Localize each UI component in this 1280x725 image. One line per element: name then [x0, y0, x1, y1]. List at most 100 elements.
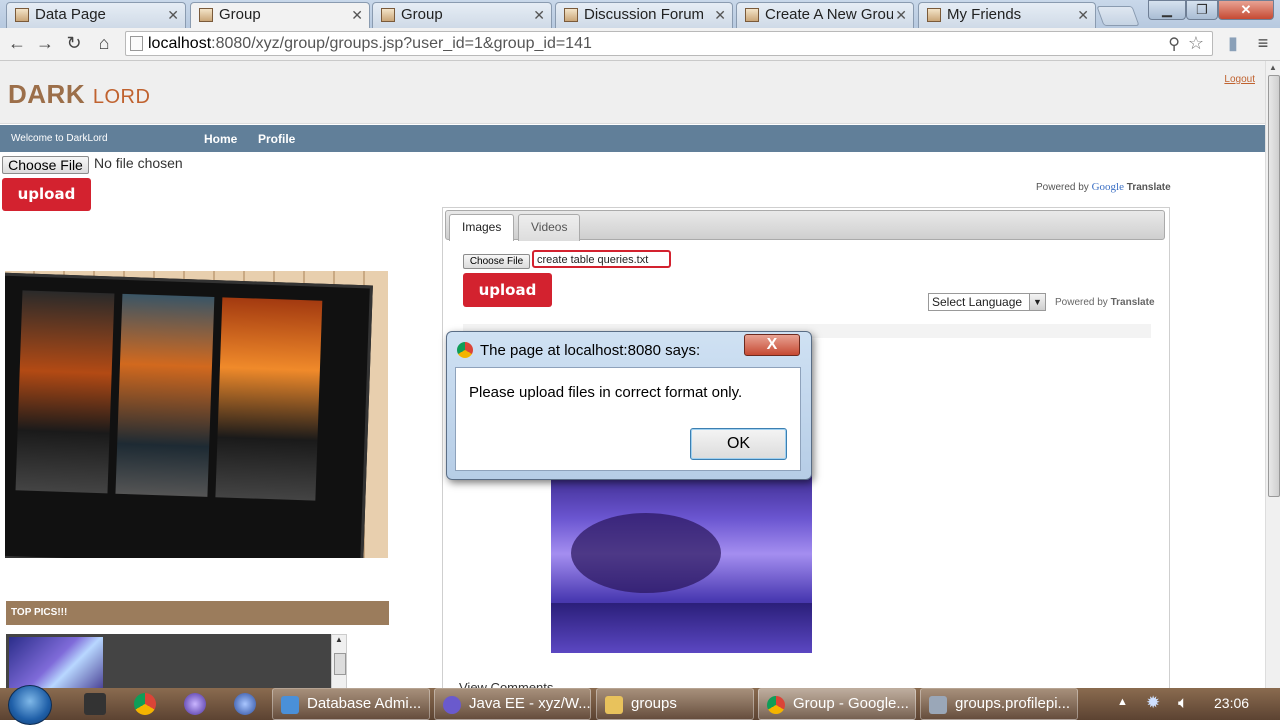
address-bar[interactable]: localhost:8080/xyz/group/groups.jsp?user…	[125, 31, 1213, 56]
nav-profile-link[interactable]: Profile	[258, 132, 295, 146]
menu-icon[interactable]: ≡	[1252, 32, 1274, 54]
gear-icon	[443, 696, 461, 714]
tab-label: Group	[219, 6, 261, 23]
tab-label: Data Page	[35, 6, 106, 23]
maximize-button[interactable]: ❐	[1186, 0, 1218, 20]
top-pics-gallery	[6, 634, 331, 688]
panel-upload-button[interactable]: upload	[463, 273, 552, 307]
poster-frame	[5, 272, 373, 558]
bookmark-star-icon[interactable]: ☆	[1188, 33, 1204, 54]
taskbar-item-profilepic[interactable]: groups.profilepi...	[920, 688, 1078, 720]
browser-tab-group-active[interactable]: Group ✕	[190, 2, 370, 28]
start-button[interactable]	[8, 685, 52, 725]
back-icon[interactable]: ←	[6, 32, 28, 54]
browser-tab-discussion-forum[interactable]: Discussion Forum ✕	[555, 2, 733, 28]
settings-gear-icon[interactable]: ✹	[1146, 693, 1160, 713]
site-logo: DARK LORD	[8, 79, 151, 109]
top-pic-thumbnail[interactable]	[9, 637, 103, 688]
eclipse-icon[interactable]	[184, 693, 206, 715]
new-tab-button[interactable]	[1096, 6, 1140, 26]
page-favicon-icon	[745, 8, 759, 22]
panel-choose-file-button[interactable]: Choose File	[463, 254, 530, 269]
view-comments-link[interactable]: View Comments	[459, 680, 553, 688]
taskbar-item-java-ee[interactable]: Java EE - xyz/W...	[434, 688, 591, 720]
taskbar-item-groups-folder[interactable]: groups	[596, 688, 754, 720]
scroll-up-icon[interactable]: ▲	[335, 635, 343, 644]
tab-close-icon[interactable]: ✕	[895, 3, 907, 27]
alert-dialog: The page at localhost:8080 says: X Pleas…	[446, 331, 812, 480]
volume-icon[interactable]: 🔈︎	[1178, 693, 1188, 713]
tab-close-icon[interactable]: ✕	[167, 3, 179, 27]
select-language-dropdown[interactable]: Select Language ▼	[928, 293, 1046, 311]
chrome-icon[interactable]	[134, 693, 156, 715]
minimize-button[interactable]: ▁	[1148, 0, 1186, 20]
tab-label: My Friends	[947, 6, 1022, 23]
gallery-scrollbar[interactable]: ▲	[331, 634, 347, 688]
dialog-title: The page at localhost:8080 says:	[480, 342, 701, 359]
page-favicon-icon	[15, 8, 29, 22]
url-text: localhost:8080/xyz/group/groups.jsp?user…	[148, 35, 592, 52]
taskbar-item-database-admin[interactable]: Database Admi...	[272, 688, 430, 720]
browser-tab-create-group[interactable]: Create A New Grou ✕	[736, 2, 914, 28]
search-icon[interactable]: ⚲	[1168, 34, 1180, 54]
browser-toolbar: ← → ↻ ⌂ localhost:8080/xyz/group/groups.…	[0, 28, 1280, 61]
reload-icon[interactable]: ↻	[63, 32, 85, 54]
show-hidden-icons[interactable]: ▲	[1117, 696, 1128, 708]
browser-tab-strip: Data Page ✕ Group ✕ Group ✕ Discussion F…	[0, 0, 1280, 28]
media-tabs: Images Videos	[445, 210, 1165, 241]
netbeans-icon[interactable]	[234, 693, 256, 715]
taskbar: Database Admi... Java EE - xyz/W... grou…	[0, 685, 1280, 725]
tab-label: Group	[401, 6, 443, 23]
nav-home-link[interactable]: Home	[204, 132, 237, 146]
taskbar-item-chrome-group[interactable]: Group - Google...	[758, 688, 916, 720]
scroll-thumb[interactable]	[334, 653, 346, 675]
page-scrollbar[interactable]: ▲	[1265, 61, 1280, 688]
chrome-icon	[767, 696, 785, 714]
page-favicon-icon	[381, 8, 395, 22]
window-icon	[281, 696, 299, 714]
folder-icon	[605, 696, 623, 714]
upload-button[interactable]: upload	[2, 178, 91, 211]
system-clock[interactable]: 23:06	[1214, 695, 1249, 711]
browser-tab-group[interactable]: Group ✕	[372, 2, 552, 28]
chrome-icon	[457, 342, 473, 358]
extension-bars-icon[interactable]: ▮	[1222, 32, 1244, 54]
chevron-down-icon[interactable]: ▼	[1029, 294, 1045, 310]
top-pics-header: TOP PICS!!!	[6, 601, 389, 625]
purple-landscape-image[interactable]	[551, 473, 812, 653]
tool-icon	[929, 696, 947, 714]
tab-label: Create A New Grou	[765, 6, 893, 23]
page-icon	[130, 36, 143, 51]
google-logo: Google	[1091, 181, 1124, 193]
selected-file-name: create table queries.txt	[532, 250, 671, 268]
tab-label: Discussion Forum	[584, 6, 705, 23]
ok-button[interactable]: OK	[690, 428, 787, 460]
window-close-button[interactable]: ✕	[1218, 0, 1274, 20]
scroll-up-icon[interactable]: ▲	[1269, 63, 1277, 72]
tab-close-icon[interactable]: ✕	[1077, 3, 1089, 27]
dark-knight-poster-photo	[5, 271, 388, 558]
google-translate-credit: Powered by Google Translate	[1036, 181, 1171, 193]
page-scroll-thumb[interactable]	[1268, 75, 1280, 497]
site-header: DARK LORD Logout	[0, 61, 1265, 124]
page-favicon-icon	[927, 8, 941, 22]
page-favicon-icon	[564, 8, 578, 22]
browser-tab-my-friends[interactable]: My Friends ✕	[918, 2, 1096, 28]
tab-videos[interactable]: Videos	[518, 214, 581, 241]
browser-tab-data-page[interactable]: Data Page ✕	[6, 2, 186, 28]
forward-icon[interactable]: →	[34, 32, 56, 54]
no-file-chosen-text: No file chosen	[94, 155, 183, 171]
dialog-message: Please upload files in correct format on…	[469, 384, 743, 401]
pinned-app-icon[interactable]	[84, 693, 106, 715]
dialog-close-icon[interactable]: X	[744, 334, 800, 356]
logout-link[interactable]: Logout	[1224, 74, 1255, 85]
welcome-text: Welcome to DarkLord	[11, 133, 108, 144]
tab-images[interactable]: Images	[449, 214, 515, 241]
tab-close-icon[interactable]: ✕	[714, 3, 726, 27]
tab-close-icon[interactable]: ✕	[533, 3, 545, 27]
page-favicon-icon	[199, 8, 213, 22]
main-nav: Welcome to DarkLord Home Profile	[0, 125, 1265, 152]
home-icon[interactable]: ⌂	[93, 32, 115, 54]
tab-close-icon[interactable]: ✕	[351, 3, 363, 27]
choose-file-button[interactable]: Choose File	[2, 156, 89, 174]
